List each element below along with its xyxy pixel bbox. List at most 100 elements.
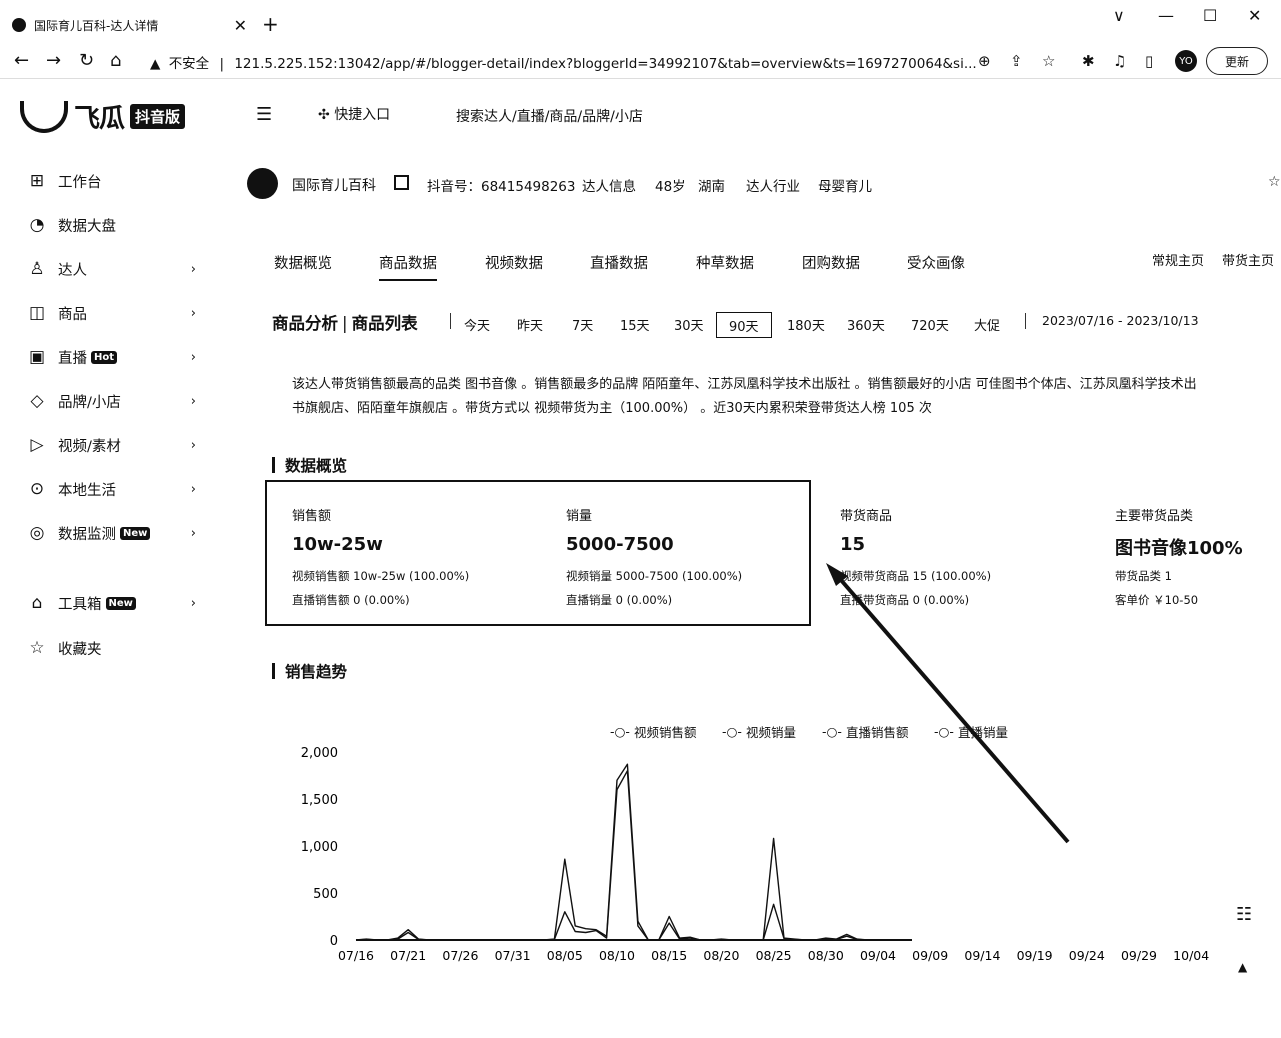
extensions-icon[interactable]: ✱ (1082, 52, 1095, 70)
range-button[interactable]: 今天 (452, 312, 502, 336)
sidebar-item[interactable]: ◎ 数据监测 New › (26, 520, 196, 546)
detail-tab[interactable]: 直播数据 (590, 252, 648, 273)
sidebar-badge: New (120, 526, 151, 540)
url-field[interactable]: ▲ 不安全 | 121.5.225.152:13042/app/#/blogge… (150, 52, 977, 72)
share-icon[interactable]: ⇪ (1010, 52, 1023, 70)
sidebar-item[interactable]: ☆ 收藏夹 (26, 635, 196, 661)
range-button[interactable]: 720天 (899, 312, 961, 336)
sidebar-item[interactable]: ◔ 数据大盘 (26, 212, 196, 238)
close-window-icon[interactable]: ✕ (1248, 6, 1261, 25)
toolbox-icon: ⌂ (31, 593, 43, 613)
product-analysis-tab[interactable]: 商品分析 (272, 314, 338, 333)
x-tick-label: 08/20 (703, 948, 739, 963)
browser-tab[interactable]: 国际育儿百科-达人详情 ✕ (12, 8, 247, 42)
zoom-icon[interactable]: ⊕ (978, 52, 991, 70)
close-tab-icon[interactable]: ✕ (234, 16, 247, 35)
sidebar-item-label: 达人 (58, 262, 87, 279)
x-tick-label: 08/25 (756, 948, 792, 963)
maximize-icon[interactable]: ☐ (1203, 6, 1217, 25)
regular-home-link[interactable]: 常规主页 (1152, 250, 1204, 269)
minimize-icon[interactable]: — (1158, 6, 1174, 25)
range-button[interactable]: 360天 (835, 312, 897, 336)
x-tick-label: 08/10 (599, 948, 635, 963)
star-icon: ☆ (29, 638, 45, 658)
chevron-right-icon: › (190, 595, 196, 611)
range-button[interactable]: 180天 (775, 312, 837, 336)
media-icon[interactable]: ♫ (1113, 52, 1126, 70)
home-icon[interactable]: ⌂ (110, 50, 121, 71)
divider (450, 313, 451, 329)
sidebar-item-label: 数据监测 (58, 526, 116, 543)
kpi-detail: 视频销售额 10w-25w (100.00%) (292, 569, 470, 583)
sidepanel-icon[interactable]: ▯ (1145, 52, 1153, 70)
product-list-tab[interactable]: 商品列表 (352, 314, 418, 333)
range-button[interactable]: 30天 (662, 312, 716, 336)
kpi-detail: 直播销量 0 (0.00%) (566, 593, 673, 607)
date-range-picker[interactable]: 2023/07/16 - 2023/10/13 (1042, 313, 1199, 328)
series-line[interactable] (355, 770, 910, 941)
forward-icon[interactable]: → (46, 50, 61, 71)
sidebar-item[interactable]: ⊞ 工作台 (26, 168, 196, 194)
sidebar-item[interactable]: ⌂ 工具箱 New › (26, 590, 196, 616)
list-panel-icon[interactable]: ☷ (1236, 904, 1252, 925)
sidebar-item[interactable]: ◫ 商品 › (26, 300, 196, 326)
x-tick-label: 07/26 (442, 948, 478, 963)
overview-section-title: 数据概览 (272, 454, 347, 476)
sidebar-item[interactable]: ◇ 品牌/小店 › (26, 388, 196, 414)
menu-toggle-icon[interactable]: ☰ (256, 104, 272, 125)
range-button[interactable]: 昨天 (505, 312, 555, 336)
tab-search-icon[interactable]: ∨ (1113, 6, 1125, 25)
location-icon: ⊙ (29, 479, 45, 499)
sales-trend-chart: 2,000 1,500 1,000 500 007/16 07/21 07/26 07/31 0… (301, 746, 1209, 963)
kpi-detail: 带货品类 1 (1115, 569, 1172, 583)
profile-avatar[interactable]: YO (1175, 50, 1197, 72)
detail-tab[interactable]: 团购数据 (802, 252, 860, 273)
sidebar-item[interactable]: ▣ 直播 Hot › (26, 344, 196, 370)
monitor-pulse-icon: ◎ (29, 523, 45, 543)
range-button[interactable]: 7天 (560, 312, 605, 336)
industry-label: 达人行业 (746, 179, 800, 195)
industry: 母婴育儿 (818, 179, 872, 195)
pie-chart-icon: ◔ (29, 215, 45, 235)
quick-entry-button[interactable]: ✣ 快捷入口 (318, 104, 390, 124)
search-input[interactable]: 搜索达人/直播/商品/品牌/小店 (456, 106, 643, 126)
commerce-home-link[interactable]: 带货主页 (1222, 250, 1274, 269)
detail-tab[interactable]: 受众画像 (907, 252, 965, 273)
sidebar-item[interactable]: ▷ 视频/素材 › (26, 432, 196, 458)
reload-icon[interactable]: ↻ (79, 50, 94, 71)
logo-text: 飞瓜 (74, 104, 125, 134)
back-to-top-icon[interactable]: ▲ (1238, 960, 1247, 974)
chevron-right-icon: › (190, 437, 196, 453)
detail-tab[interactable]: 视频数据 (485, 252, 543, 273)
user-icon: ♙ (29, 259, 45, 279)
favorite-star-icon[interactable]: ☆ (1268, 174, 1281, 190)
detail-tab[interactable]: 种草数据 (696, 252, 754, 273)
view-switch: 商品分析 | 商品列表 (272, 314, 418, 333)
update-button[interactable]: 更新 (1206, 47, 1268, 75)
x-tick-label: 07/16 (338, 948, 374, 963)
back-icon[interactable]: ← (14, 50, 29, 71)
chevron-right-icon: › (190, 481, 196, 497)
bookmark-star-icon[interactable]: ☆ (1042, 52, 1055, 70)
sidebar-item-label: 本地生活 (58, 482, 116, 499)
sidebar-item[interactable]: ♙ 达人 › (26, 256, 196, 282)
qr-code-icon[interactable] (394, 175, 409, 190)
app-logo[interactable]: 飞瓜 抖音版 (20, 98, 186, 135)
detail-tab[interactable]: 商品数据 (379, 252, 437, 281)
browser-tab-bar: 国际育儿百科-达人详情 ✕ + ∨ — ☐ ✕ (0, 0, 1281, 44)
range-button[interactable]: 90天 (716, 312, 772, 338)
new-tab-button[interactable]: + (262, 12, 279, 36)
quick-entry-icon: ✣ (318, 107, 330, 123)
monitor-icon: ▣ (28, 347, 46, 367)
info-label: 达人信息 (582, 179, 636, 195)
kpi-value: 10w-25w (292, 534, 383, 555)
kpi-label: 主要带货品类 (1115, 509, 1194, 524)
range-button[interactable]: 大促 (962, 312, 1012, 336)
sidebar-item[interactable]: ⊙ 本地生活 › (26, 476, 196, 502)
detail-tab[interactable]: 数据概览 (274, 252, 332, 273)
range-button[interactable]: 15天 (608, 312, 662, 336)
sidebar-item-label: 数据大盘 (58, 218, 116, 235)
warning-icon: ▲ (150, 56, 161, 72)
kpi-value: 图书音像100% (1115, 538, 1243, 559)
x-tick-label: 10/04 (1173, 948, 1209, 963)
